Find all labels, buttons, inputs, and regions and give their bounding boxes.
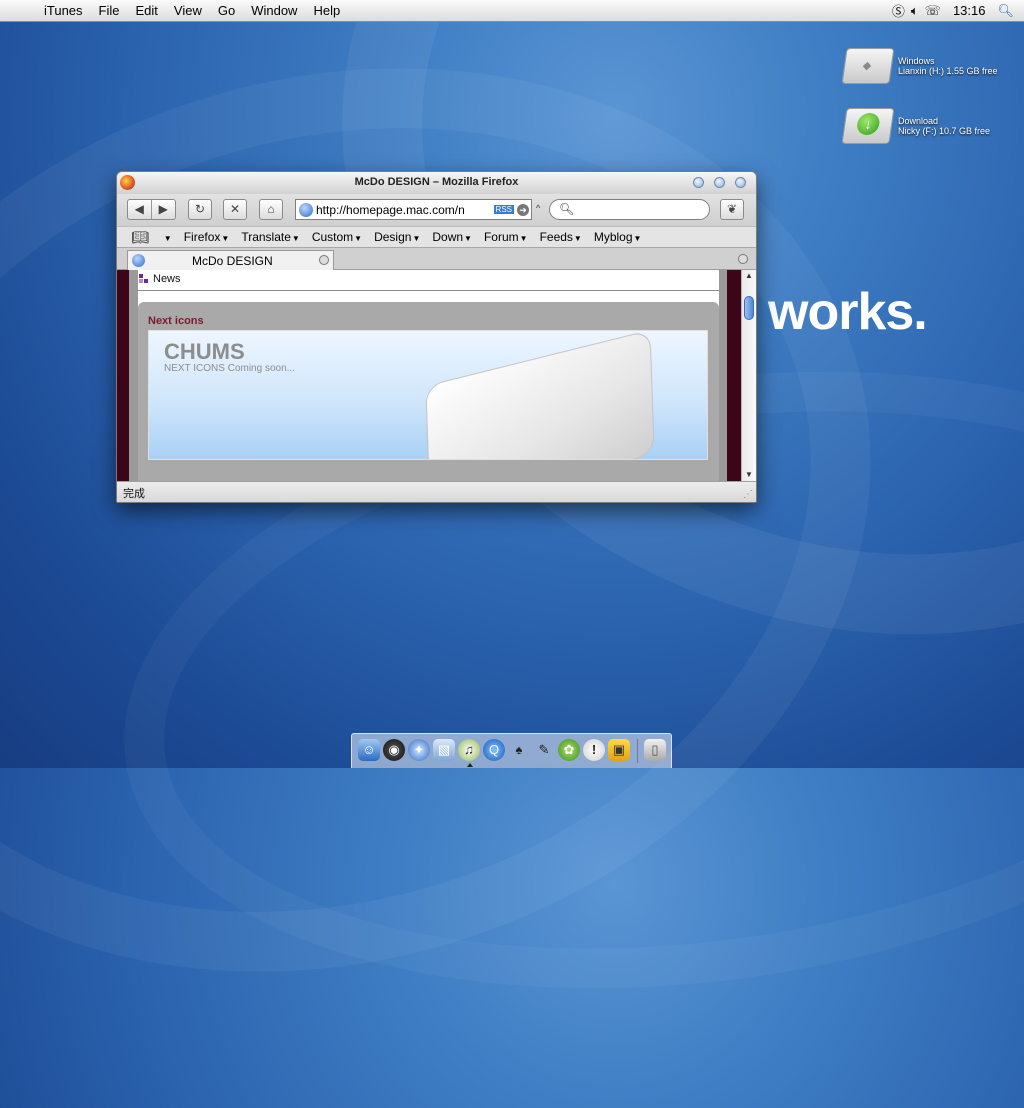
desktop-icon-download[interactable]: ↓ Download Nicky (F:) 10.7 GB free bbox=[841, 104, 1024, 148]
running-indicator bbox=[467, 763, 473, 767]
close-button[interactable] bbox=[735, 177, 746, 188]
mushroom-icon[interactable]: ♠ bbox=[508, 739, 530, 761]
menu-file[interactable]: File bbox=[91, 0, 128, 22]
window-titlebar[interactable]: McDo DESIGN – Mozilla Firefox bbox=[117, 172, 756, 194]
airport-express-icon bbox=[425, 331, 655, 459]
url-dropdown-icon[interactable]: ^ bbox=[536, 203, 540, 213]
panel-title: Next icons bbox=[148, 315, 204, 327]
forward-button[interactable]: ▶ bbox=[152, 200, 176, 219]
desktop-icon-windows[interactable]: ◆ Windows Lianxin (H:) 1.55 GB free bbox=[841, 44, 1024, 88]
url-text[interactable]: http://homepage.mac.com/n bbox=[316, 203, 494, 217]
finder-icon[interactable]: ☺ bbox=[358, 739, 380, 761]
banner-subtitle: NEXT ICONS Coming soon... bbox=[164, 363, 295, 374]
tab-close-icon[interactable] bbox=[319, 255, 329, 265]
tab-strip: McDo DESIGN bbox=[117, 248, 756, 270]
bookmark-forum[interactable]: Forum▼ bbox=[478, 230, 534, 244]
download-arrow-icon: ↓ bbox=[855, 113, 881, 135]
status-bar: 完成 ⋰ bbox=[117, 481, 756, 502]
chums-banner[interactable]: CHUMS NEXT ICONS Coming soon... bbox=[148, 330, 708, 460]
page-content: News Next icons CHUMS NEXT ICONS Coming … bbox=[117, 270, 741, 481]
firefox-window: McDo DESIGN – Mozilla Firefox ◀ ▶ ↻ ✕ ⌂ h… bbox=[116, 171, 757, 503]
zoom-button[interactable] bbox=[714, 177, 725, 188]
feather-icon[interactable]: ❦ bbox=[720, 199, 744, 220]
page-bar-left bbox=[117, 270, 129, 481]
preview-icon[interactable]: ▧ bbox=[433, 739, 455, 761]
menu-go[interactable]: Go bbox=[210, 0, 243, 22]
menu-app-name[interactable]: iTunes bbox=[36, 0, 91, 22]
scroll-thumb[interactable] bbox=[744, 296, 754, 320]
tools-icon[interactable]: ✎ bbox=[533, 739, 555, 761]
spotlight-icon[interactable]: 🔍︎ bbox=[997, 3, 1014, 19]
scroll-down-arrow-icon[interactable]: ▼ bbox=[745, 470, 753, 479]
bookmark-firefox[interactable]: Firefox▼ bbox=[178, 230, 236, 244]
site-globe-icon bbox=[299, 202, 313, 217]
vertical-scrollbar[interactable]: ▲ ▼ bbox=[741, 270, 756, 481]
bookmarks-toolbar: 📖︎ ▼ Firefox▼ Translate▼ Custom▼ Design▼… bbox=[117, 226, 756, 248]
quicktime-icon[interactable]: Q bbox=[483, 739, 505, 761]
drive-icon: ◆ bbox=[841, 48, 895, 84]
stop-button[interactable]: ✕ bbox=[223, 199, 247, 220]
itunes-icon[interactable]: ♫ bbox=[458, 739, 480, 761]
bookmark-feeds[interactable]: Feeds▼ bbox=[534, 230, 588, 244]
search-icon: 🔍︎ bbox=[559, 202, 575, 216]
reload-button[interactable]: ↻ bbox=[188, 199, 212, 220]
menu-help[interactable]: Help bbox=[305, 0, 348, 22]
tab-mcdo-design[interactable]: McDo DESIGN bbox=[127, 250, 334, 270]
bookmark-custom[interactable]: Custom▼ bbox=[306, 230, 368, 244]
scroll-up-arrow-icon[interactable]: ▲ bbox=[745, 271, 753, 280]
menu-window[interactable]: Window bbox=[243, 0, 305, 22]
navigation-toolbar: ◀ ▶ ↻ ✕ ⌂ http://homepage.mac.com/n RSS ➜… bbox=[117, 194, 756, 226]
home-button[interactable]: ⌂ bbox=[259, 199, 283, 220]
window-title: McDo DESIGN – Mozilla Firefox bbox=[354, 176, 519, 188]
bookmark-design[interactable]: Design▼ bbox=[368, 230, 426, 244]
menu-extras: Ⓢ 🔈︎ ☏ 13:16 🔍︎ bbox=[892, 1, 1024, 20]
bookmark-myblog[interactable]: Myblog▼ bbox=[588, 230, 648, 244]
page-bar-right bbox=[727, 270, 741, 481]
adium-icon[interactable]: ✿ bbox=[558, 739, 580, 761]
page-bar-left-gray bbox=[129, 270, 138, 481]
next-icons-panel: Next icons CHUMS NEXT ICONS Coming soon.… bbox=[138, 302, 719, 481]
phone-icon[interactable]: ☏ bbox=[925, 3, 941, 19]
menu-clock[interactable]: 13:16 bbox=[947, 3, 992, 18]
menu-edit[interactable]: Edit bbox=[128, 0, 166, 22]
bookmark-apple-menu[interactable]: ▼ bbox=[157, 230, 178, 244]
wallpaper-text: works. bbox=[768, 283, 928, 341]
alert-icon[interactable]: ! bbox=[583, 739, 605, 761]
safari-icon[interactable]: ✦ bbox=[408, 739, 430, 761]
desktop-icon-label: Download Nicky (F:) 10.7 GB free bbox=[898, 116, 991, 136]
bus-icon[interactable]: ▣ bbox=[608, 739, 630, 761]
drive-icon: ↓ bbox=[841, 108, 895, 144]
news-icon bbox=[139, 274, 148, 283]
wallpaper-swoosh bbox=[0, 0, 990, 1108]
banner-title: CHUMS bbox=[164, 339, 245, 364]
news-link[interactable]: News bbox=[153, 273, 181, 285]
close-tab-icon[interactable] bbox=[738, 254, 748, 264]
dock-separator bbox=[637, 739, 638, 763]
bookmark-translate[interactable]: Translate▼ bbox=[235, 230, 306, 244]
skype-icon[interactable]: Ⓢ bbox=[892, 1, 905, 20]
dashboard-icon[interactable]: ◉ bbox=[383, 739, 405, 761]
url-field[interactable]: http://homepage.mac.com/n RSS ➜ bbox=[295, 199, 532, 220]
back-button[interactable]: ◀ bbox=[128, 200, 152, 219]
search-field[interactable]: 🔍︎ bbox=[549, 199, 710, 220]
dock: ☺ ◉ ✦ ▧ ♫ Q ♠ ✎ ✿ ! ▣ ▯ bbox=[351, 733, 672, 768]
back-forward-group: ◀ ▶ bbox=[127, 199, 176, 220]
minimize-button[interactable] bbox=[693, 177, 704, 188]
page-bar-right-gray bbox=[719, 270, 727, 481]
rss-badge[interactable]: RSS bbox=[493, 205, 514, 214]
bookmarks-book-icon[interactable]: 📖︎ bbox=[117, 229, 157, 246]
menu-bar: iTunes File Edit View Go Window Help Ⓢ 🔈… bbox=[0, 0, 1024, 22]
go-icon[interactable]: ➜ bbox=[517, 203, 529, 216]
news-header: News bbox=[138, 270, 719, 291]
desktop-icon-label: Windows Lianxin (H:) 1.55 GB free bbox=[898, 56, 998, 76]
volume-icon[interactable]: 🔈︎ bbox=[911, 3, 919, 19]
bookmark-down[interactable]: Down▼ bbox=[426, 230, 478, 244]
status-text: 完成 bbox=[123, 488, 145, 500]
resize-grip-icon[interactable]: ⋰ bbox=[743, 489, 753, 500]
menu-view[interactable]: View bbox=[166, 0, 210, 22]
trash-icon[interactable]: ▯ bbox=[644, 739, 666, 761]
tab-label: McDo DESIGN bbox=[192, 254, 273, 268]
tab-globe-icon bbox=[132, 254, 145, 267]
